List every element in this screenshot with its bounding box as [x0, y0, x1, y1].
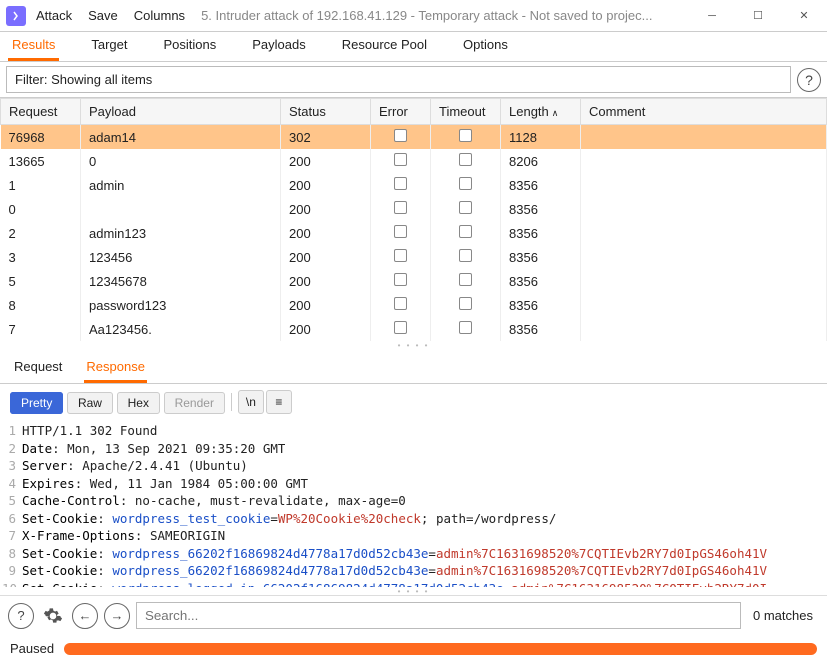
- response-body[interactable]: 1HTTP/1.1 302 Found2Date: Mon, 13 Sep 20…: [0, 420, 827, 587]
- status-label: Paused: [10, 641, 54, 656]
- splitter-handle[interactable]: • • • •: [0, 341, 827, 349]
- column-header-request[interactable]: Request: [1, 99, 81, 125]
- table-row[interactable]: 2admin1232008356: [1, 221, 827, 245]
- results-table: RequestPayloadStatusErrorTimeoutLength∧C…: [0, 98, 827, 341]
- tab-resource-pool[interactable]: Resource Pool: [338, 31, 431, 61]
- table-row[interactable]: 7Aa123456.2008356: [1, 317, 827, 341]
- checkbox: [459, 321, 472, 334]
- column-header-length[interactable]: Length∧: [501, 99, 581, 125]
- table-row[interactable]: 5123456782008356: [1, 269, 827, 293]
- filter-input[interactable]: Filter: Showing all items: [6, 66, 791, 93]
- table-row[interactable]: 1admin2008356: [1, 173, 827, 197]
- column-header-status[interactable]: Status: [281, 99, 371, 125]
- checkbox: [459, 297, 472, 310]
- minimize-button[interactable]: ─: [689, 0, 735, 32]
- detail-tabs: Request Response: [0, 349, 827, 384]
- column-header-timeout[interactable]: Timeout: [431, 99, 501, 125]
- divider: [231, 393, 232, 411]
- help-icon[interactable]: ?: [797, 68, 821, 92]
- table-row[interactable]: 76968adam143021128: [1, 125, 827, 150]
- view-mode-bar: Pretty Raw Hex Render \n ≡: [0, 384, 827, 420]
- search-input[interactable]: [136, 602, 741, 629]
- view-render[interactable]: Render: [164, 392, 225, 414]
- table-row[interactable]: 31234562008356: [1, 245, 827, 269]
- checkbox: [459, 273, 472, 286]
- tab-target[interactable]: Target: [87, 31, 131, 61]
- newline-toggle[interactable]: \n: [238, 390, 264, 414]
- title-bar: Attack Save Columns 5. Intruder attack o…: [0, 0, 827, 32]
- filter-row: Filter: Showing all items ?: [0, 62, 827, 98]
- tab-positions[interactable]: Positions: [160, 31, 221, 61]
- app-icon: [6, 6, 26, 26]
- column-header-error[interactable]: Error: [371, 99, 431, 125]
- progress-bar: [64, 643, 817, 655]
- table-row[interactable]: 1366502008206: [1, 149, 827, 173]
- table-row[interactable]: 02008356: [1, 197, 827, 221]
- bottom-toolbar: ? ← → 0 matches: [0, 595, 827, 635]
- view-pretty[interactable]: Pretty: [10, 392, 63, 414]
- detail-tab-request[interactable]: Request: [12, 355, 64, 383]
- checkbox: [459, 249, 472, 262]
- checkbox: [459, 201, 472, 214]
- checkbox: [459, 225, 472, 238]
- checkbox: [394, 177, 407, 190]
- tab-payloads[interactable]: Payloads: [248, 31, 309, 61]
- checkbox: [459, 129, 472, 142]
- help-icon[interactable]: ?: [8, 603, 34, 629]
- checkbox: [394, 273, 407, 286]
- main-menu: Attack Save Columns: [36, 8, 185, 23]
- view-raw[interactable]: Raw: [67, 392, 113, 414]
- column-header-payload[interactable]: Payload: [81, 99, 281, 125]
- next-match-button[interactable]: →: [104, 603, 130, 629]
- gear-icon[interactable]: [40, 603, 66, 629]
- tab-options[interactable]: Options: [459, 31, 512, 61]
- checkbox: [394, 249, 407, 262]
- options-icon[interactable]: ≡: [266, 390, 292, 414]
- window-controls: ─ ☐ ✕: [689, 0, 827, 32]
- menu-columns[interactable]: Columns: [134, 8, 185, 23]
- checkbox: [459, 153, 472, 166]
- table-row[interactable]: 8password1232008356: [1, 293, 827, 317]
- checkbox: [394, 153, 407, 166]
- window-title: 5. Intruder attack of 192.168.41.129 - T…: [201, 8, 689, 23]
- checkbox: [394, 321, 407, 334]
- checkbox: [394, 201, 407, 214]
- splitter-handle-2[interactable]: • • • •: [0, 587, 827, 595]
- checkbox: [394, 129, 407, 142]
- maximize-button[interactable]: ☐: [735, 0, 781, 32]
- status-bar: Paused: [0, 635, 827, 664]
- detail-tab-response[interactable]: Response: [84, 355, 147, 383]
- close-button[interactable]: ✕: [781, 0, 827, 32]
- main-tabs: Results Target Positions Payloads Resource P…: [0, 32, 827, 62]
- menu-attack[interactable]: Attack: [36, 8, 72, 23]
- checkbox: [394, 225, 407, 238]
- results-table-container: RequestPayloadStatusErrorTimeoutLength∧C…: [0, 98, 827, 341]
- tab-results[interactable]: Results: [8, 31, 59, 61]
- view-hex[interactable]: Hex: [117, 392, 160, 414]
- prev-match-button[interactable]: ←: [72, 603, 98, 629]
- column-header-comment[interactable]: Comment: [581, 99, 827, 125]
- checkbox: [459, 177, 472, 190]
- checkbox: [394, 297, 407, 310]
- match-count: 0 matches: [747, 608, 819, 623]
- menu-save[interactable]: Save: [88, 8, 118, 23]
